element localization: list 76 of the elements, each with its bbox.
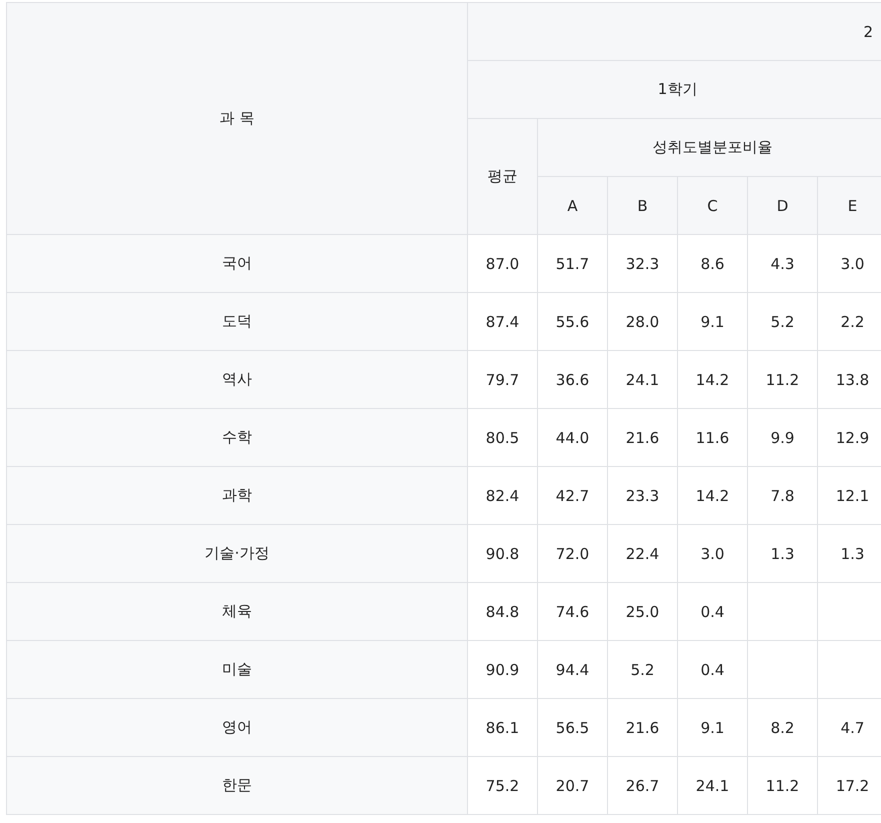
- row-header: 수학: [6, 408, 468, 466]
- table-cell: 25.0: [608, 582, 678, 640]
- table-cell: 32.3: [608, 234, 678, 292]
- table-cell: 2.2: [818, 292, 881, 350]
- row-header: 한문: [6, 756, 468, 814]
- table-cell: 11.2: [748, 350, 818, 408]
- table-cell: 12.9: [818, 408, 881, 466]
- table-cell: 28.0: [608, 292, 678, 350]
- table-cell: 12.1: [818, 466, 881, 524]
- table-cell: 24.1: [608, 350, 678, 408]
- table-cell: 4.7: [818, 698, 881, 756]
- table-cell: 72.0: [538, 524, 608, 582]
- table-cell: 22.4: [608, 524, 678, 582]
- row-header: 도덕: [6, 292, 468, 350]
- row-header: 과학: [6, 466, 468, 524]
- table-cell: 86.1: [468, 698, 538, 756]
- row-header: 체육: [6, 582, 468, 640]
- table-cell: 3.0: [678, 524, 748, 582]
- table-cell: 14.2: [678, 466, 748, 524]
- column-header: C: [678, 176, 748, 234]
- table-cell: 4.3: [748, 234, 818, 292]
- table-cell: 90.9: [468, 640, 538, 698]
- table-cell: 84.8: [468, 582, 538, 640]
- table-cell: 87.0: [468, 234, 538, 292]
- table-cell: 14.2: [678, 350, 748, 408]
- table-cell: 20.7: [538, 756, 608, 814]
- table-cell: 1.3: [748, 524, 818, 582]
- table-cell: 8.2: [748, 698, 818, 756]
- table-cell: 8.6: [678, 234, 748, 292]
- table-cell: 11.6: [678, 408, 748, 466]
- row-header: 기술·가정: [6, 524, 468, 582]
- table-cell: 44.0: [538, 408, 608, 466]
- column-header: 1학기: [468, 60, 881, 118]
- column-header: D: [748, 176, 818, 234]
- table-cell: 75.2: [468, 756, 538, 814]
- table-cell: 21.6: [608, 698, 678, 756]
- row-header: 역사: [6, 350, 468, 408]
- column-header: 성취도별분포비율: [538, 118, 881, 176]
- table-cell: 51.7: [538, 234, 608, 292]
- table-cell: 42.7: [538, 466, 608, 524]
- table-cell: 80.5: [468, 408, 538, 466]
- table-cell: 82.4: [468, 466, 538, 524]
- table-cell: 90.8: [468, 524, 538, 582]
- table-cell: 55.6: [538, 292, 608, 350]
- column-header: 과 목: [6, 2, 468, 234]
- table-cell: 36.6: [538, 350, 608, 408]
- column-header: 2: [468, 2, 881, 60]
- table-cell: 94.4: [538, 640, 608, 698]
- table-cell: 11.2: [748, 756, 818, 814]
- row-header: 미술: [6, 640, 468, 698]
- table-cell: 9.1: [678, 698, 748, 756]
- table-cell: 17.2: [818, 756, 881, 814]
- table-cell: 56.5: [538, 698, 608, 756]
- table-cell: 5.2: [748, 292, 818, 350]
- table-cell: 74.6: [538, 582, 608, 640]
- table-cell: 3.0: [818, 234, 881, 292]
- table-cell: 9.9: [748, 408, 818, 466]
- table-cell: 0.4: [678, 640, 748, 698]
- table-cell: 13.8: [818, 350, 881, 408]
- table-cell: 79.7: [468, 350, 538, 408]
- row-header: 국어: [6, 234, 468, 292]
- table-cell: 5.2: [608, 640, 678, 698]
- column-header: A: [538, 176, 608, 234]
- table-cell: 24.1: [678, 756, 748, 814]
- table-cell: 23.3: [608, 466, 678, 524]
- column-header: B: [608, 176, 678, 234]
- row-header: 영어: [6, 698, 468, 756]
- table-cell: 9.1: [678, 292, 748, 350]
- table-cell: 87.4: [468, 292, 538, 350]
- table-cell: 26.7: [608, 756, 678, 814]
- table-cell: 0.4: [678, 582, 748, 640]
- table-cell: 1.3: [818, 524, 881, 582]
- table-cell: 7.8: [748, 466, 818, 524]
- table-cell: 21.6: [608, 408, 678, 466]
- column-header: E: [818, 176, 881, 234]
- column-header: 평균: [468, 118, 538, 234]
